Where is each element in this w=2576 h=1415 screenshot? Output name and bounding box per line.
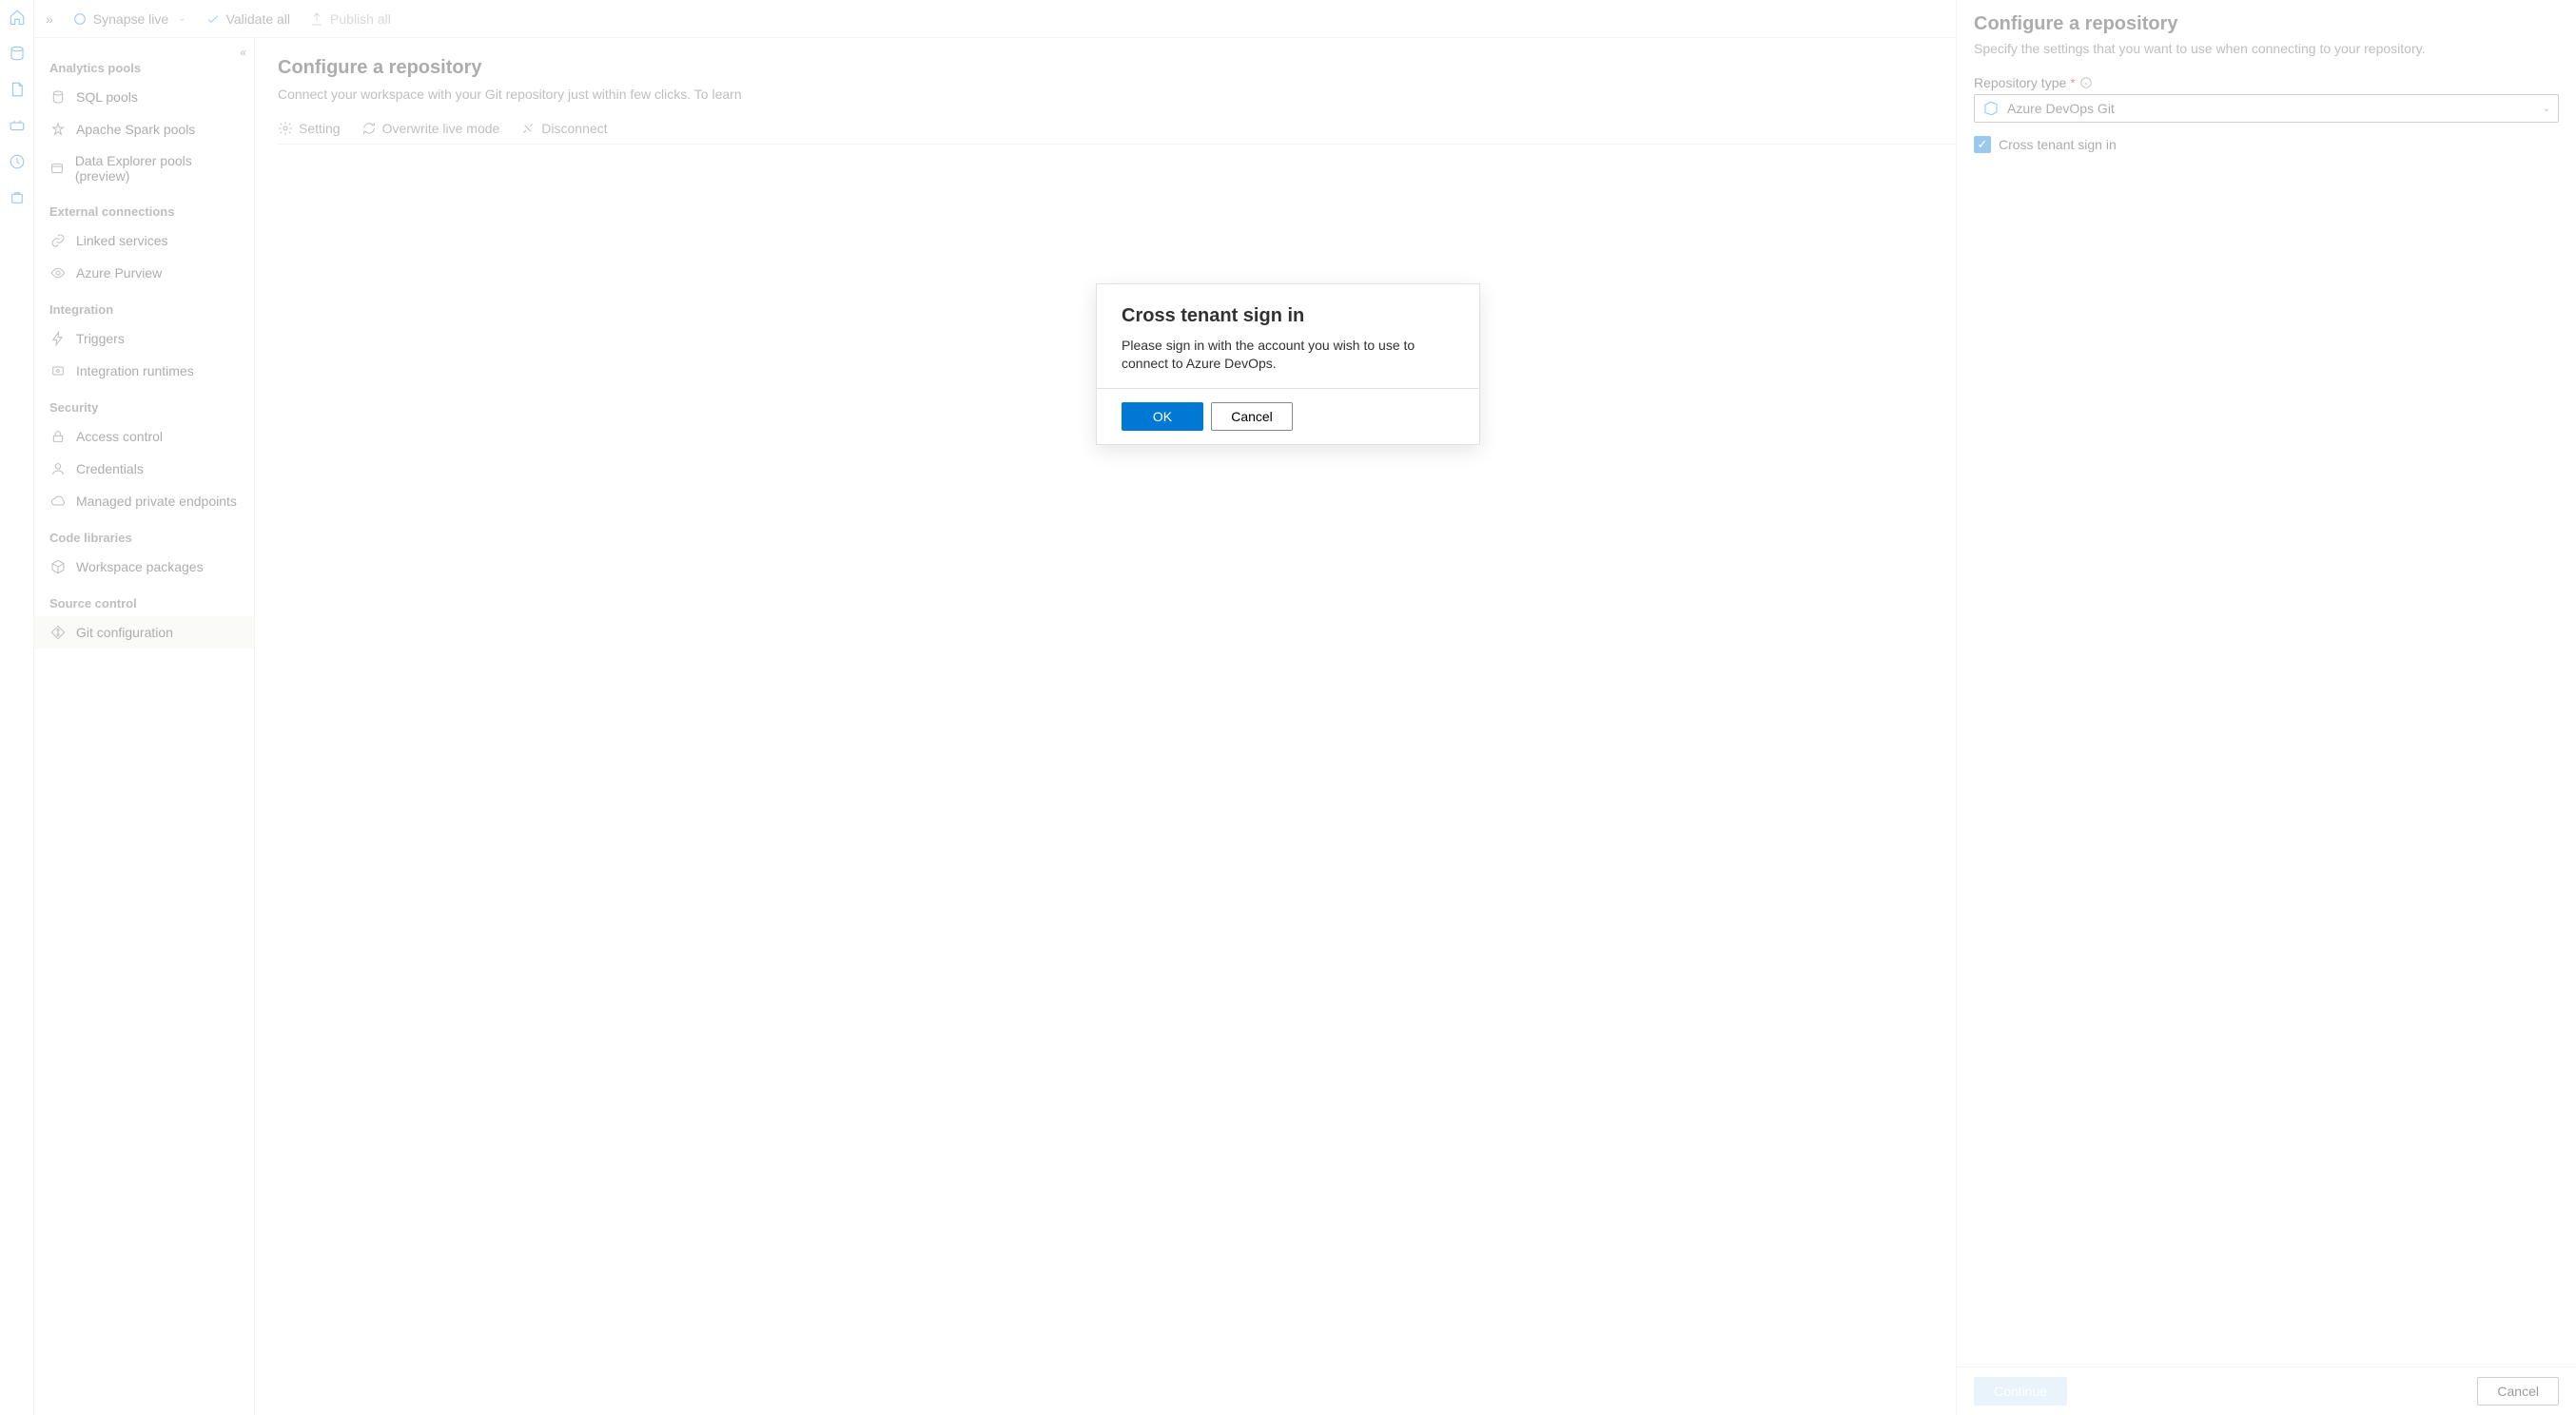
- dialog-title: Cross tenant sign in: [1122, 305, 1454, 327]
- cross-tenant-signin-dialog: Cross tenant sign in Please sign in with…: [1096, 283, 1480, 445]
- dialog-message: Please sign in with the account you wish…: [1122, 337, 1454, 373]
- modal-backdrop: [0, 0, 2576, 1415]
- ok-button[interactable]: OK: [1122, 402, 1203, 431]
- dialog-footer: OK Cancel: [1097, 388, 1479, 444]
- cancel-button[interactable]: Cancel: [1211, 402, 1293, 431]
